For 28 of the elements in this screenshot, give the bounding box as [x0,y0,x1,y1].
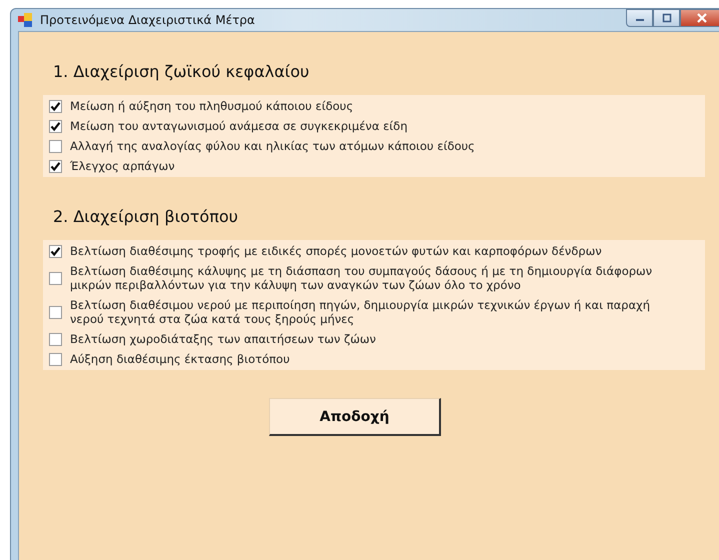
checkbox[interactable] [49,332,62,346]
minimize-button[interactable] [626,9,653,27]
checkbox[interactable] [49,100,62,112]
checkbox[interactable] [49,120,62,132]
maximize-icon [660,13,672,23]
window-title: Προτεινόμενα Διαχειριστικά Μέτρα [40,13,255,27]
checkbox[interactable] [49,140,62,152]
checkbox[interactable] [49,160,62,172]
checkbox[interactable] [49,306,62,318]
section-heading: 1. Διαχείριση ζωϊκού κεφαλαίου [53,62,310,81]
close-icon [695,12,709,24]
option-label: Μείωση ή αύξηση του πληθυσμού κάποιου είδους [70,99,354,113]
checkbox[interactable] [49,272,62,284]
app-icon [18,13,34,27]
maximize-button[interactable] [653,9,680,27]
option-label: Βελτίωση χωροδιάταξης των απαιτήσεων των ζώων [70,332,376,346]
option-label: Μείωση του ανταγωνισμού ανάμεσα σε συγκεκριμένα είδη [70,119,408,133]
option-label: Βελτίωση διαθέσιμου νερού με περιποίηση πηγών, δημιουργία μικρών τεχνικών έργων ή και παραχή νερού τεχνητά στα ζώα κατά τους ξηρούς μήνες [70,298,651,326]
option-label: Αλλαγή της αναλογίας φύλου και ηλικίας των ατόμων κάποιου είδους [70,139,475,153]
checkbox[interactable] [49,352,62,366]
option-label: Αύξηση διαθέσιμης έκτασης βιοτόπου [70,352,290,366]
option-label: Βελτίωση διαθέσιμης κάλυψης με τη διάσπαση του συμπαγούς δάσους ή με τη δημιουργία διάφορων μικρών περιβαλλόντων για την κάλυψη των αναγκών των ζώων όλο το χρόνο [70,264,654,292]
accept-button[interactable]: Αποδοχή [269,398,441,436]
option-label: Βελτίωση διαθέσιμης τροφής με ειδικές σπορές μονοετών φυτών και καρποφόρων δένδρων [70,244,602,258]
checkbox[interactable] [49,244,62,258]
section-heading: 2. Διαχείριση βιοτόπου [53,207,240,226]
close-button[interactable] [680,9,719,27]
option-label: Έλεγχος αρπάγων [70,159,175,173]
